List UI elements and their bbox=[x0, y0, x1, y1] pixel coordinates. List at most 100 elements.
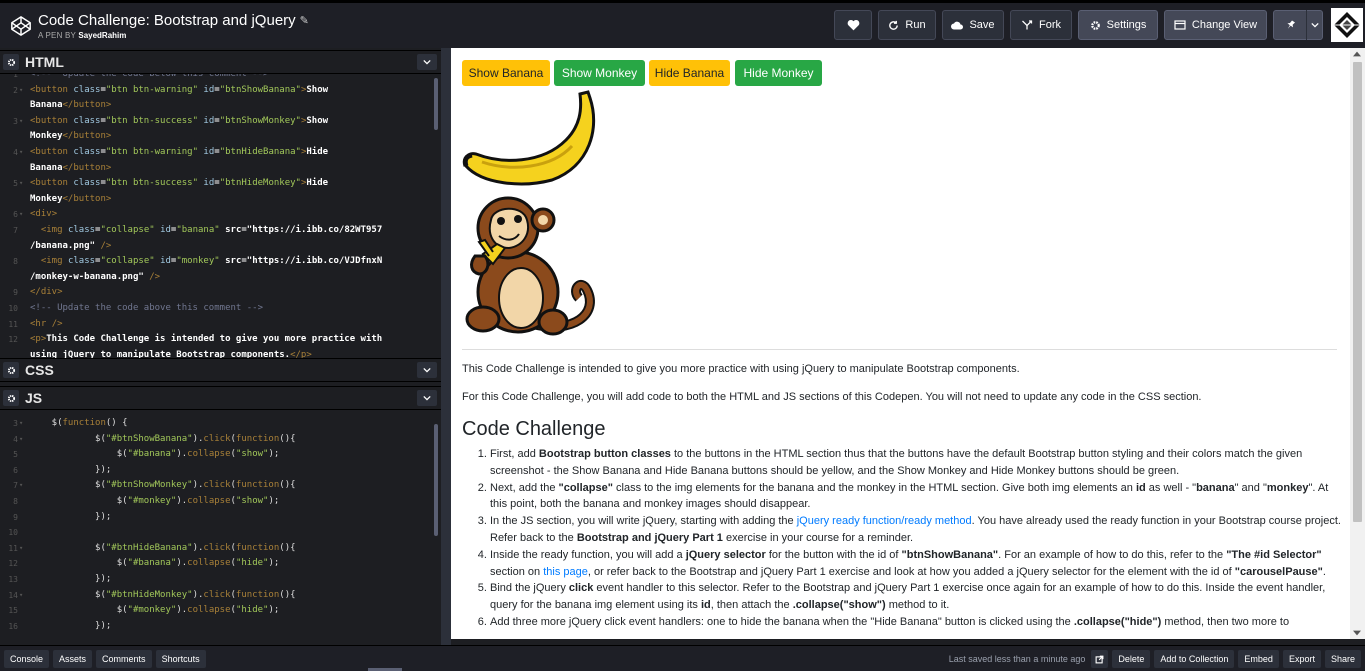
hide-monkey-button[interactable]: Hide Monkey bbox=[735, 60, 822, 86]
preview-scrollbar[interactable] bbox=[1350, 48, 1365, 639]
console-button[interactable]: Console bbox=[4, 649, 50, 668]
intro-paragraph-2: For this Code Challenge, you will add co… bbox=[462, 391, 1202, 403]
user-avatar[interactable] bbox=[1331, 8, 1363, 42]
show-monkey-button[interactable]: Show Monkey bbox=[554, 60, 645, 86]
heart-icon bbox=[847, 19, 859, 31]
cloud-icon bbox=[951, 21, 964, 29]
code-line: 4 ▾ <button class="btn btn-warning" id="bt… bbox=[13, 146, 329, 157]
pen-byline: A PEN BY SayedRahim bbox=[38, 31, 309, 40]
run-label: Run bbox=[905, 19, 926, 31]
scroll-up-icon[interactable] bbox=[1353, 51, 1361, 57]
fork-label: Fork bbox=[1039, 19, 1061, 31]
editor-panels: HTML 1 <!-- Update the code below this co… bbox=[0, 48, 441, 645]
js-editor-title: JS bbox=[25, 390, 43, 406]
html-editor-title: HTML bbox=[25, 54, 64, 70]
share-button[interactable]: Share bbox=[1324, 650, 1361, 668]
js-code-area[interactable]: 3 ▾ $(function() { 4 ▾ $("#btnShowBanana").… bbox=[0, 416, 441, 645]
css-editor-header[interactable]: CSS bbox=[0, 358, 441, 382]
comments-button[interactable]: Comments bbox=[96, 649, 152, 668]
code-line: /monkey-w-banana.png" /> bbox=[30, 271, 161, 282]
code-line: 12 $("#banana").collapse("hide"); bbox=[8, 558, 280, 569]
embed-button[interactable]: Embed bbox=[1238, 650, 1279, 668]
open-external-button[interactable] bbox=[1091, 650, 1109, 668]
html-code-area[interactable]: 1 <!-- Update the code below this comment… bbox=[0, 74, 441, 358]
js-editor-header[interactable]: JS bbox=[0, 386, 441, 410]
refresh-icon bbox=[889, 20, 899, 30]
code-line: 5 $("#banana").collapse("show"); bbox=[13, 449, 280, 460]
top-bar: Code Challenge: Bootstrap and jQuery ✎ A… bbox=[0, 0, 1365, 48]
code-line: 7 <img class="collapse" id="banana" src=… bbox=[13, 224, 383, 235]
step-link[interactable]: jQuery ready function/ready method bbox=[797, 515, 972, 527]
gear-icon[interactable] bbox=[3, 362, 19, 378]
byline-prefix: A PEN BY bbox=[38, 30, 76, 40]
chevron-down-icon[interactable] bbox=[417, 54, 437, 70]
delete-button[interactable]: Delete bbox=[1112, 650, 1151, 668]
external-link-icon bbox=[1095, 655, 1104, 663]
gear-icon bbox=[1090, 20, 1100, 30]
fork-icon bbox=[1022, 20, 1033, 30]
code-line: 2 ▾ <button class="btn btn-warning" id="bt… bbox=[13, 84, 329, 95]
scroll-down-icon[interactable] bbox=[1353, 630, 1361, 636]
step-link[interactable]: this page bbox=[543, 566, 588, 578]
code-line: 8 $("#monkey").collapse("show"); bbox=[13, 495, 280, 506]
export-button[interactable]: Export bbox=[1282, 650, 1321, 668]
run-button[interactable]: Run bbox=[878, 10, 936, 40]
code-line: 10 bbox=[8, 528, 18, 538]
show-banana-button[interactable]: Show Banana bbox=[462, 60, 550, 86]
code-line: 6 }); bbox=[13, 464, 112, 475]
settings-label: Settings bbox=[1106, 19, 1147, 31]
code-line: 15 $("#monkey").collapse("hide"); bbox=[8, 605, 280, 616]
chevron-down-icon[interactable] bbox=[417, 362, 437, 378]
editor-preview-divider[interactable] bbox=[441, 48, 451, 645]
save-button[interactable]: Save bbox=[942, 10, 1004, 40]
code-line: 7 ▾ $("#btnShowMonkey").click(function(){ bbox=[13, 480, 296, 491]
code-line: Banana</button> bbox=[30, 162, 112, 173]
love-button[interactable] bbox=[834, 10, 872, 40]
bottom-bar: Console Assets Comments Shortcuts Last s… bbox=[0, 645, 1365, 671]
change-view-label: Change View bbox=[1191, 19, 1258, 31]
save-label: Save bbox=[969, 19, 995, 31]
code-line: 4 ▾ $("#btnShowBanana").click(function(){ bbox=[13, 433, 296, 444]
challenge-heading: Code Challenge bbox=[462, 418, 606, 440]
pin-icon bbox=[1274, 19, 1306, 31]
html-editor-header[interactable]: HTML bbox=[0, 50, 441, 74]
code-line: 9 </div> bbox=[13, 287, 63, 298]
pin-menu-button[interactable] bbox=[1273, 10, 1323, 40]
pen-title[interactable]: Code Challenge: Bootstrap and jQuery bbox=[38, 12, 296, 29]
add-to-collection-button[interactable]: Add to Collection bbox=[1154, 650, 1235, 668]
code-line: 3 ▾ <button class="btn btn-success" id="bt… bbox=[13, 115, 329, 126]
code-line: 3 ▾ $(function() { bbox=[13, 418, 128, 428]
chevron-down-icon[interactable] bbox=[1306, 10, 1322, 40]
settings-button[interactable]: Settings bbox=[1078, 10, 1158, 40]
code-line: 12 <p>This Code Challenge is intended to … bbox=[8, 334, 383, 345]
author-link[interactable]: SayedRahim bbox=[78, 31, 126, 40]
code-line: 10 <!-- Update the code above this commen… bbox=[8, 302, 263, 313]
code-line: 16 }); bbox=[8, 620, 112, 631]
css-editor-title: CSS bbox=[25, 362, 54, 378]
preview-scroll-thumb[interactable] bbox=[1353, 62, 1362, 522]
challenge-step: In the JS section, you will write jQuery… bbox=[490, 513, 1342, 547]
codepen-logo-icon[interactable] bbox=[4, 9, 38, 43]
shortcuts-button[interactable]: Shortcuts bbox=[155, 649, 206, 668]
gear-icon[interactable] bbox=[3, 390, 19, 406]
html-scrollbar[interactable] bbox=[434, 78, 438, 130]
change-view-button[interactable]: Change View bbox=[1164, 10, 1267, 40]
code-line: Monkey</button> bbox=[30, 131, 112, 142]
code-line: 11 <hr /> bbox=[8, 318, 63, 329]
code-line: Banana</button> bbox=[30, 100, 112, 111]
code-line: 6 ▾ <div> bbox=[13, 209, 58, 220]
code-line: 13 }); bbox=[8, 573, 112, 584]
js-scrollbar[interactable] bbox=[434, 424, 438, 536]
assets-button[interactable]: Assets bbox=[53, 649, 93, 668]
challenge-step: Inside the ready function, you will add … bbox=[490, 547, 1342, 581]
fork-button[interactable]: Fork bbox=[1010, 10, 1072, 40]
gear-icon[interactable] bbox=[3, 54, 19, 70]
chevron-down-icon[interactable] bbox=[417, 390, 437, 406]
challenge-step: First, add Bootstrap button classes to t… bbox=[490, 446, 1342, 480]
code-line: /banana.png" /> bbox=[30, 240, 112, 251]
challenge-step: Add three more jQuery click event handle… bbox=[490, 614, 1342, 631]
hide-banana-button[interactable]: Hide Banana bbox=[649, 60, 730, 86]
code-line: 1 <!-- Update the code below this comment… bbox=[13, 74, 269, 79]
banana-image bbox=[462, 90, 596, 186]
edit-pencil-icon[interactable]: ✎ bbox=[300, 14, 309, 27]
